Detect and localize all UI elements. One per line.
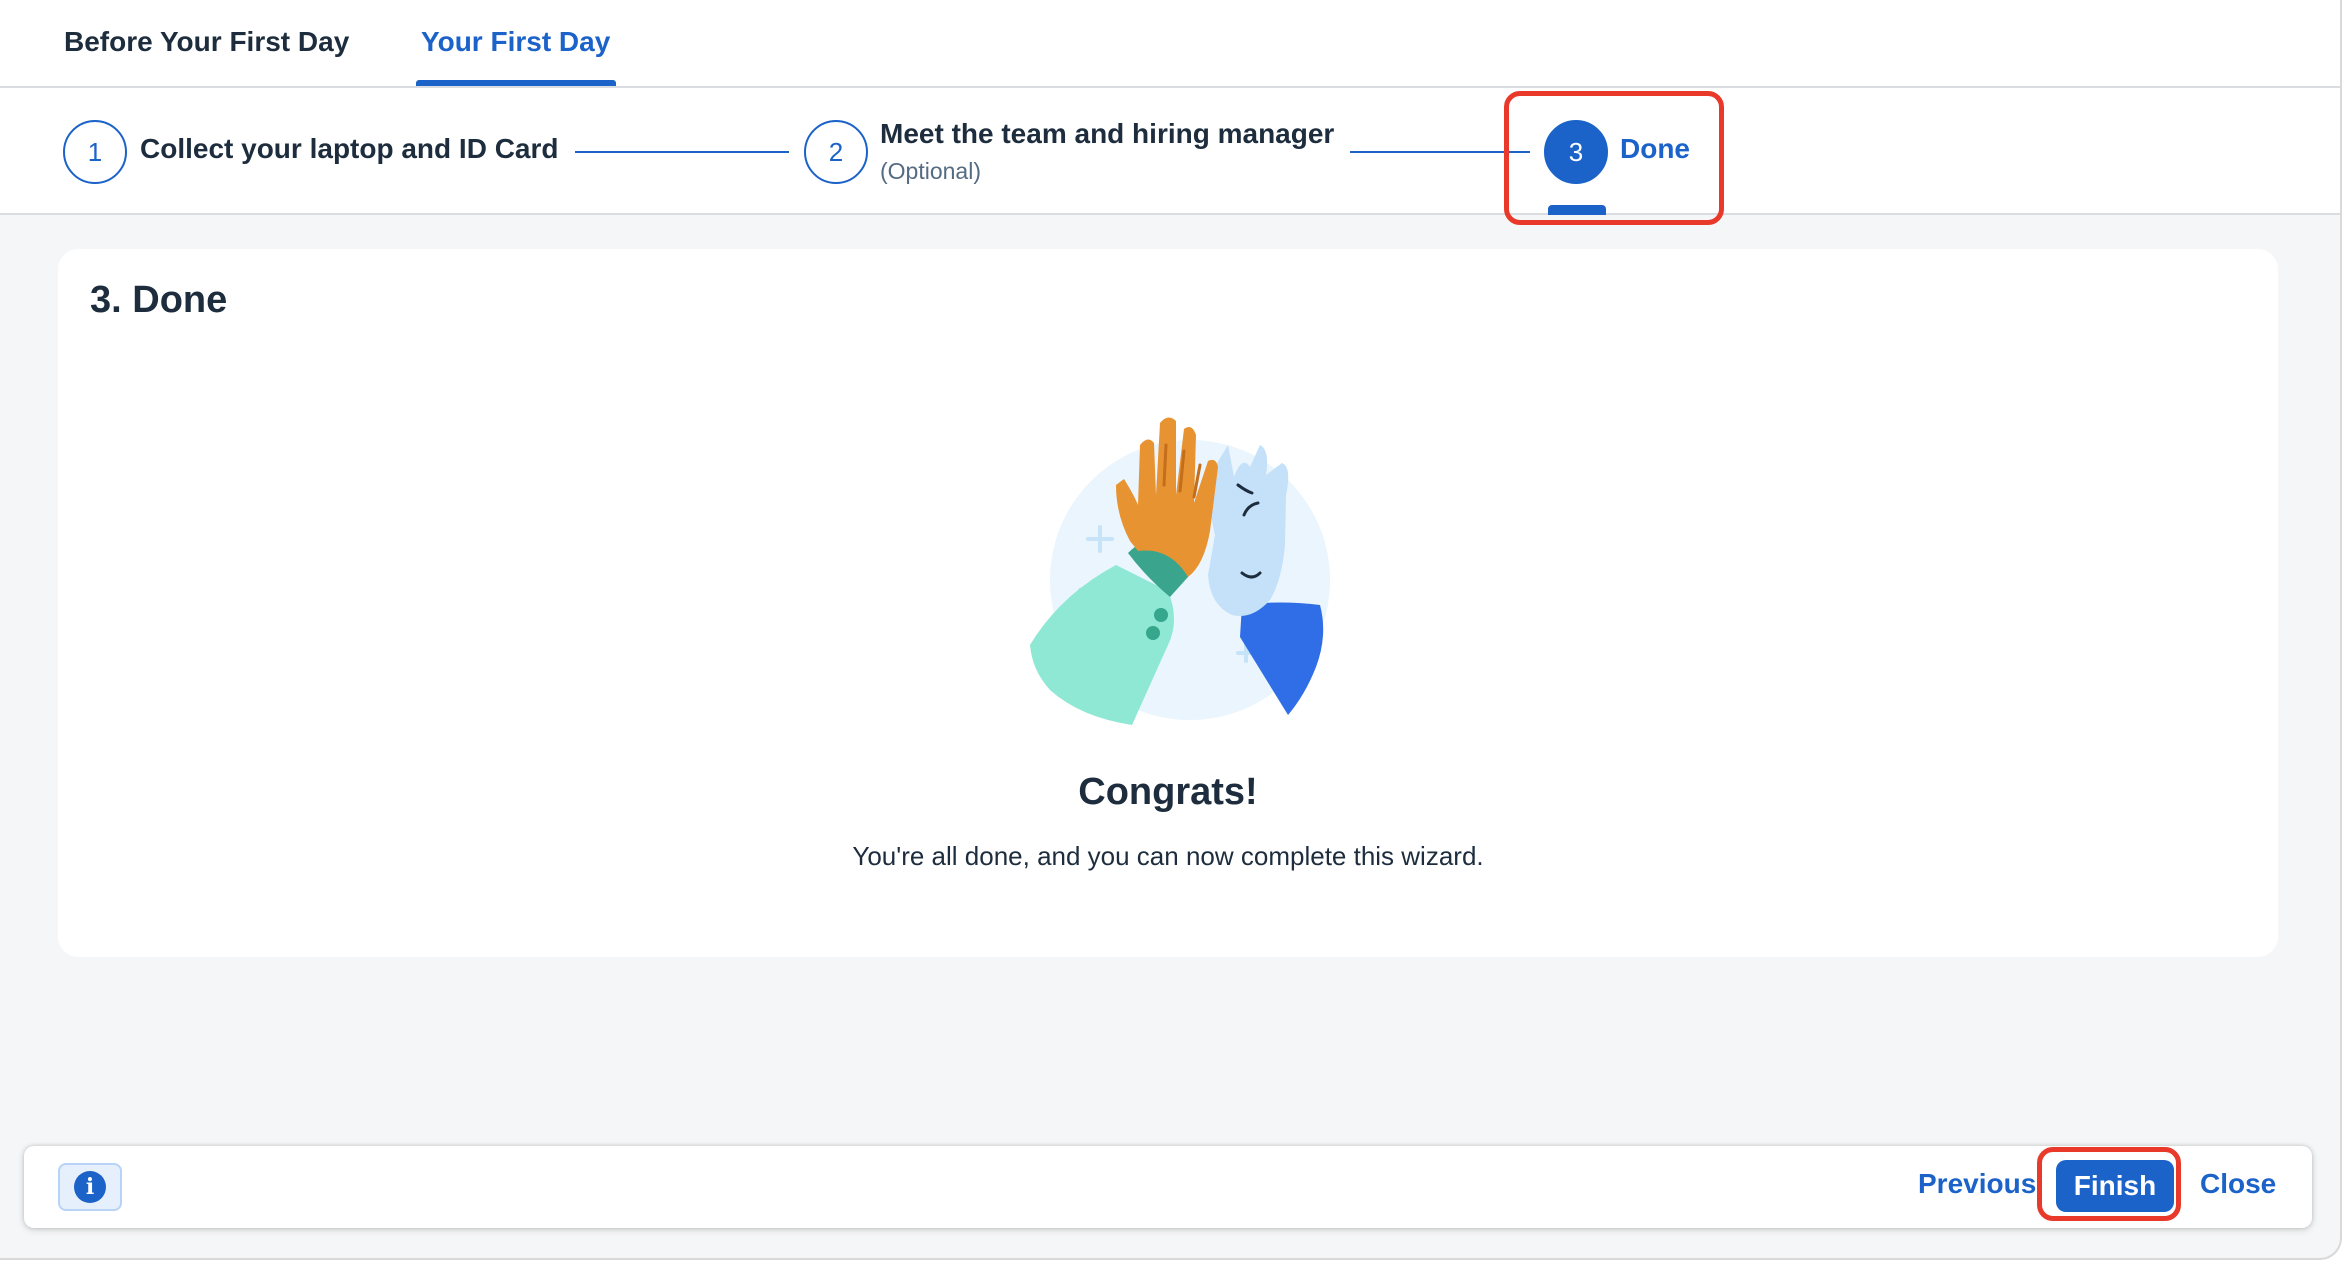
- wizard-step-bar: 1 Collect your laptop and ID Card 2 Meet…: [0, 88, 2340, 215]
- step-1-title[interactable]: Collect your laptop and ID Card: [140, 133, 558, 165]
- selected-tab-indicator: [416, 80, 616, 86]
- info-icon: i: [74, 1171, 106, 1203]
- high-five-illustration: [1030, 417, 1330, 725]
- tab-before-your-first-day[interactable]: Before Your First Day: [64, 26, 349, 58]
- close-button[interactable]: Close: [2200, 1168, 2276, 1200]
- info-button[interactable]: i: [58, 1163, 122, 1211]
- step-content-card: 3. Done Congrats! You're all done, and y…: [58, 249, 2278, 957]
- step-connector: [575, 151, 789, 153]
- wizard-footer: i Previous Finish Close: [24, 1146, 2312, 1228]
- congrats-message: You're all done, and you can now complet…: [852, 841, 1484, 871]
- step-connector: [1350, 151, 1530, 153]
- current-step-highlight: [1504, 91, 1724, 225]
- step-2-title[interactable]: Meet the team and hiring manager: [880, 118, 1334, 150]
- finish-button-highlight: [2037, 1147, 2181, 1221]
- app-window: Before Your First Day Your First Day 1 C…: [0, 0, 2342, 1260]
- previous-button[interactable]: Previous: [1918, 1168, 2036, 1200]
- step-content-title: 3. Done: [90, 279, 228, 321]
- tab-bar: Before Your First Day Your First Day: [0, 0, 2340, 88]
- tab-your-first-day[interactable]: Your First Day: [421, 26, 610, 58]
- congrats-heading: Congrats!: [1078, 771, 1258, 813]
- step-2-number[interactable]: 2: [804, 120, 868, 184]
- step-2-subtitle: (Optional): [880, 158, 981, 184]
- step-1-number[interactable]: 1: [63, 120, 127, 184]
